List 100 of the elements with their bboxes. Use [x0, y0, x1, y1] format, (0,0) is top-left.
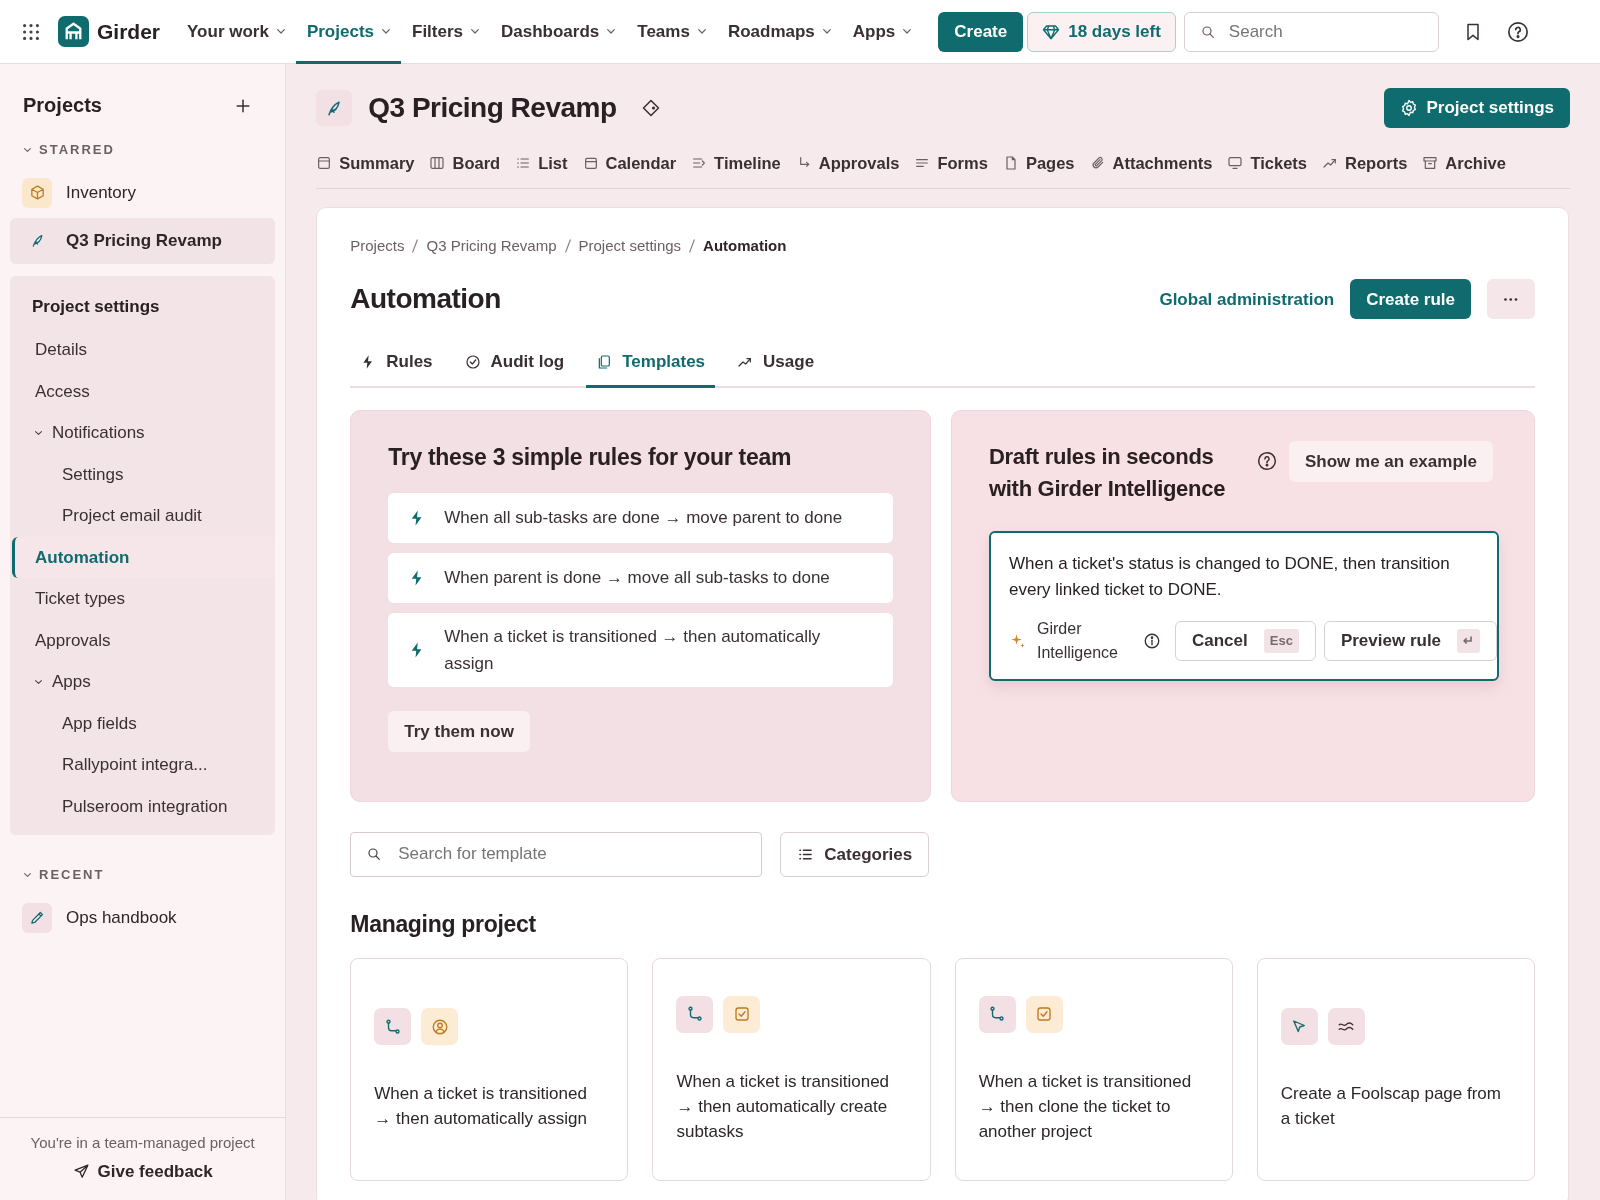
project-tab[interactable]: Summary — [316, 151, 415, 188]
archive-icon — [1422, 155, 1439, 172]
template-text: When a ticket is transitioned → then automatically create subtasks — [676, 1070, 891, 1143]
nav-menu[interactable]: Projects — [295, 0, 401, 64]
settings-nav-item[interactable]: Rallypoint integra... — [12, 744, 276, 786]
sidebar-page[interactable]: Ops handbook — [10, 894, 276, 941]
automation-tab[interactable]: Templates — [586, 349, 716, 388]
settings-nav-item[interactable]: Settings — [12, 453, 276, 495]
project-tab[interactable]: Attachments — [1089, 151, 1213, 188]
chevron-down-icon — [24, 147, 31, 152]
chevron-down-icon — [822, 29, 831, 34]
automation-tab[interactable]: Usage — [727, 349, 825, 388]
cube-icon — [28, 184, 46, 201]
try-button[interactable]: Try them now — [388, 710, 530, 753]
board-icon — [429, 155, 446, 172]
chevron-down-icon — [24, 872, 31, 877]
slash-separator-icon — [412, 239, 419, 253]
nav-menu[interactable]: Filters — [401, 0, 491, 64]
automation-tab[interactable]: Audit log — [454, 349, 575, 388]
rule-suggestion[interactable]: When all sub-tasks are done → move parent to done — [388, 492, 893, 543]
send-icon — [72, 1162, 90, 1180]
settings-nav-item[interactable]: Apps — [12, 661, 276, 703]
nav-menu[interactable]: Roadmaps — [716, 0, 842, 64]
template-text: Create a Foolscap page from a ticket — [1280, 1083, 1502, 1131]
preview-rule-button[interactable]: Preview rule ↵ — [1323, 620, 1498, 661]
template-card[interactable]: When a ticket is transitioned → then automatically assign — [350, 958, 629, 1182]
settings-nav-item[interactable]: Details — [12, 329, 276, 371]
rule-suggestion[interactable]: When parent is done → move all sub-tasks to done — [388, 552, 893, 603]
cancel-button[interactable]: Cancel Esc — [1175, 620, 1316, 661]
project-settings-button[interactable]: Project settings — [1384, 88, 1570, 128]
settings-nav-item[interactable]: App fields — [12, 702, 276, 744]
template-text: When a ticket is transitioned → then automatically assign — [374, 1083, 588, 1131]
check-circle-icon — [464, 354, 481, 370]
sidebar-project[interactable]: Inventory — [10, 169, 276, 216]
project-tab[interactable]: Calendar — [582, 151, 677, 188]
create-button[interactable]: Create — [938, 11, 1024, 52]
settings-nav-item[interactable]: Access — [12, 370, 276, 412]
panel-title: Try these 3 simple rules for your team — [388, 442, 793, 472]
nav-menu[interactable]: Your work — [176, 0, 296, 64]
brand-label: Girder Intelligence — [1037, 618, 1119, 663]
key-hint: Esc — [1263, 629, 1299, 653]
section-title: Managing project — [350, 910, 537, 939]
settings-nav-item[interactable]: Project email audit — [12, 495, 276, 537]
project-tab[interactable]: Board — [429, 151, 501, 188]
example-button[interactable]: Show me an example — [1289, 440, 1493, 483]
breadcrumb-link[interactable]: Projects — [350, 234, 405, 258]
help-icon — [1506, 21, 1529, 44]
checkbox-icon — [1035, 1005, 1054, 1024]
chevron-down-icon — [903, 29, 912, 34]
sidebar-project[interactable]: Q3 Pricing Revamp — [10, 217, 276, 264]
project-tab[interactable]: Tickets — [1227, 151, 1307, 188]
trial-button[interactable]: 18 days left — [1027, 11, 1176, 52]
branch-icon — [685, 1005, 704, 1024]
prompt-box[interactable]: When a ticket's status is changed to DONE, then transition every linked ticket to DONE. Girder Intelligence Cancel Esc Preview rule ↵ — [989, 530, 1499, 681]
template-search-field[interactable]: Search for template — [350, 831, 763, 877]
settings-nav-item[interactable]: Ticket types — [12, 578, 276, 620]
template-card[interactable]: Create a Foolscap page from a ticket — [1256, 958, 1535, 1182]
breadcrumb-link[interactable]: Project settings — [578, 234, 682, 258]
breadcrumb-current: Automation — [703, 235, 787, 256]
chevron-down-icon — [471, 29, 480, 34]
search-field[interactable]: Search — [1183, 11, 1439, 52]
help-button[interactable] — [1506, 19, 1529, 44]
nav-menu[interactable]: Teams — [626, 0, 717, 64]
create-rule-button[interactable]: Create rule — [1350, 279, 1471, 320]
project-title: Q3 Pricing Revamp — [368, 91, 617, 125]
project-tab[interactable]: Forms — [914, 151, 988, 188]
breadcrumb-link[interactable]: Q3 Pricing Revamp — [426, 234, 557, 258]
template-card[interactable]: When a ticket is transitioned → then automatically create subtasks — [652, 958, 931, 1182]
starred-heading[interactable]: STARRED — [39, 140, 115, 160]
logo-icon[interactable] — [58, 16, 89, 47]
project-tab[interactable]: Archive — [1422, 151, 1506, 188]
panel-title: Draft rules in seconds with Girder Intelligence — [989, 442, 1227, 503]
rule-suggestion[interactable]: When a ticket is transitioned → then automatically assign — [388, 612, 893, 687]
automation-tab[interactable]: Rules — [350, 349, 443, 388]
app-name: Girder — [97, 18, 161, 45]
more-icon — [1504, 297, 1518, 301]
help-icon — [1257, 450, 1277, 471]
settings-nav-item[interactable]: Pulseroom integration — [12, 785, 276, 827]
recent-heading[interactable]: RECENT — [39, 865, 105, 885]
project-tab[interactable]: Approvals — [795, 151, 900, 188]
feedback-link[interactable]: Give feedback — [72, 1158, 213, 1184]
page-title: Automation — [350, 282, 501, 317]
global-administration-link[interactable]: Global administration — [1159, 286, 1335, 312]
project-tab[interactable]: List — [515, 151, 568, 188]
project-tab[interactable]: Timeline — [691, 151, 781, 188]
branch-icon — [988, 1005, 1007, 1024]
paperclip-icon — [1089, 155, 1106, 172]
template-card[interactable]: When a ticket is transitioned → then clone the ticket to another project — [954, 958, 1233, 1182]
project-tab[interactable]: Pages — [1002, 151, 1075, 188]
gear-icon — [1400, 99, 1419, 117]
nav-menu[interactable]: Dashboards — [490, 0, 627, 64]
user-icon — [430, 1017, 449, 1036]
settings-nav-item[interactable]: Approvals — [12, 619, 276, 661]
key-hint: ↵ — [1457, 629, 1481, 653]
project-tab[interactable]: Reports — [1322, 151, 1408, 188]
categories-button[interactable]: Categories — [780, 831, 930, 877]
calendar-icon — [582, 155, 599, 172]
chevron-down-icon — [607, 29, 616, 34]
nav-menu[interactable]: Apps — [841, 0, 923, 64]
settings-nav-item[interactable]: Notifications — [12, 412, 276, 454]
